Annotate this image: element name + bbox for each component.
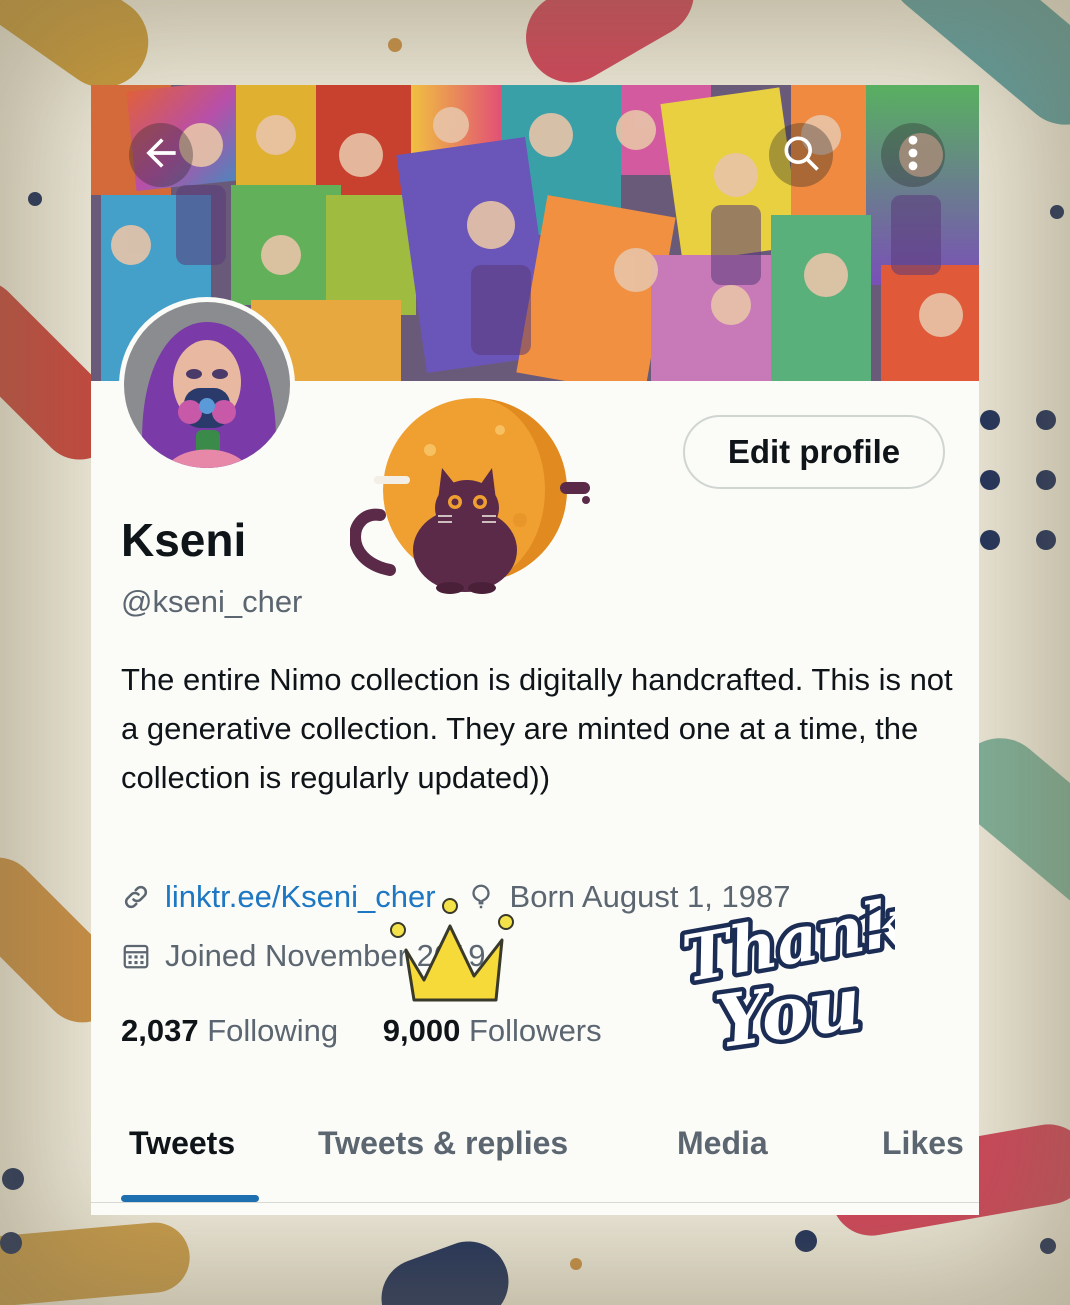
calendar-icon — [121, 941, 151, 971]
tab-media[interactable]: Media — [677, 1125, 768, 1162]
active-tab-indicator — [121, 1195, 259, 1202]
crown-sticker — [384, 890, 514, 1015]
moon-cat-sticker — [349, 390, 610, 605]
user-handle: @kseni_cher — [121, 584, 303, 619]
followers-stat[interactable]: 9,000 Followers — [383, 1013, 602, 1048]
tab-likes[interactable]: Likes — [882, 1125, 964, 1162]
more-options-icon — [903, 131, 923, 180]
back-arrow-icon — [139, 131, 183, 180]
display-name: Kseni — [121, 514, 247, 566]
followers-count: 9,000 — [382, 1013, 461, 1048]
follow-stats: 2,037 Following 9,000 Followers — [121, 1013, 602, 1049]
profile-tabs: Tweets Tweets & replies Media Likes — [91, 1107, 979, 1203]
tab-tweets-and-replies[interactable]: Tweets & replies — [318, 1125, 568, 1162]
back-button[interactable] — [129, 123, 193, 187]
profile-bio: The entire Nimo collection is digitally … — [121, 662, 953, 795]
edit-profile-button[interactable]: Edit profile — [683, 415, 945, 489]
following-stat[interactable]: 2,037 Following — [121, 1013, 338, 1048]
thank-you-sticker: Thank You — [673, 880, 918, 1069]
followers-label: Followers — [468, 1013, 602, 1048]
search-icon — [779, 131, 823, 180]
search-button[interactable] — [769, 123, 833, 187]
tabs-divider — [91, 1202, 979, 1203]
more-options-button[interactable] — [881, 123, 945, 187]
avatar[interactable] — [119, 297, 295, 473]
link-icon — [121, 882, 151, 912]
following-label: Following — [207, 1013, 339, 1048]
following-count: 2,037 — [121, 1013, 199, 1048]
tab-tweets[interactable]: Tweets — [129, 1125, 235, 1162]
